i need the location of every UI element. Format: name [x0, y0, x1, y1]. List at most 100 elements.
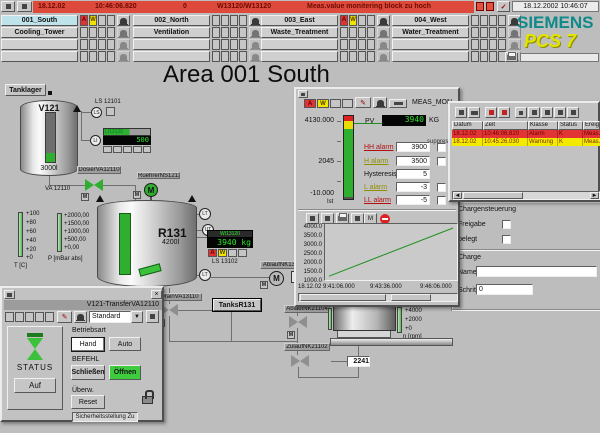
- freigabe-checkbox[interactable]: [502, 220, 511, 229]
- hand-button[interactable]: Hand: [71, 337, 105, 352]
- hh-suppress-checkbox[interactable]: [437, 143, 446, 152]
- oeffnen-button[interactable]: Öffnen: [109, 365, 141, 380]
- loop-icon-button[interactable]: [389, 99, 407, 108]
- acknowledge-button[interactable]: ✓: [497, 1, 510, 12]
- valve-mode-box[interactable]: M: [287, 331, 295, 339]
- loop-in-icon-button[interactable]: [146, 310, 159, 323]
- nav-plant-waste-treatment[interactable]: Waste_Treatment: [261, 27, 338, 38]
- print-button[interactable]: [505, 52, 518, 62]
- alarm-row[interactable]: 18.12.02 10:46:06.820 Alarm K Meas.value…: [452, 130, 600, 138]
- ll-suppress-checkbox[interactable]: [437, 196, 446, 205]
- col-header-datum[interactable]: Datum: [452, 121, 483, 130]
- nav-spare-button[interactable]: [392, 51, 469, 62]
- col-header-klasse[interactable]: Klasse: [528, 121, 558, 130]
- outlet-pump-motor[interactable]: M: [269, 271, 284, 286]
- nav-area-001-south[interactable]: 001_South: [1, 15, 78, 26]
- lock-page-icon-button[interactable]: [541, 107, 553, 118]
- spare-bell-button[interactable]: [117, 51, 130, 62]
- mode-dropdown[interactable]: Standard: [89, 311, 131, 323]
- alarm-list-icon-button[interactable]: [455, 107, 467, 118]
- reset-button[interactable]: Reset: [71, 395, 105, 409]
- nav-spare-button[interactable]: [392, 39, 469, 50]
- area-bell-button[interactable]: [377, 15, 390, 26]
- bell-icon-button[interactable]: [74, 311, 87, 323]
- ls-tag[interactable]: LS: [91, 107, 102, 118]
- area-alarm-indicator[interactable]: A: [340, 15, 348, 26]
- alarm-lines-icon-button[interactable]: [468, 107, 480, 118]
- scroll-thumb[interactable]: [463, 192, 523, 199]
- ack-flag-icon-button[interactable]: [498, 107, 510, 118]
- area-warning-indicator[interactable]: W: [349, 15, 357, 26]
- area-warning-indicator[interactable]: W: [89, 15, 97, 26]
- alarm-list-window[interactable]: Datum Zeit Klasse Status Ereignis 18.12.…: [448, 101, 600, 202]
- spare-bell-button[interactable]: [508, 39, 521, 50]
- nav-spare-button[interactable]: [261, 39, 338, 50]
- faceplate-alarm-box[interactable]: A: [304, 99, 316, 108]
- l-alarm-field[interactable]: -3: [396, 182, 430, 192]
- lt-tag[interactable]: LT: [199, 208, 211, 220]
- valve-nk21102[interactable]: [291, 355, 309, 367]
- pen-icon-button[interactable]: ✎: [57, 311, 72, 323]
- nav-spare-button[interactable]: [1, 51, 78, 62]
- h-suppress-checkbox[interactable]: [437, 157, 446, 166]
- filter-icon-button[interactable]: [528, 107, 540, 118]
- alarm-message-line[interactable]: 18.12.02 10:46:06.820 0 W13120/W13120 Me…: [33, 1, 474, 13]
- tanks-r131-button[interactable]: TanksR131: [213, 299, 261, 311]
- plant-bell-button[interactable]: [117, 27, 130, 38]
- weight-warn-box[interactable]: W: [218, 249, 227, 257]
- valve-va12110[interactable]: [85, 179, 103, 191]
- comment-icon-button[interactable]: [515, 107, 527, 118]
- hysteresis-field[interactable]: 5: [396, 169, 430, 179]
- scroll-right-button[interactable]: ►: [590, 192, 599, 199]
- schliessen-button[interactable]: Schließen: [71, 365, 105, 380]
- col-header-zeit[interactable]: Zeit: [483, 121, 528, 130]
- dropdown-arrow-button[interactable]: ▼: [131, 311, 143, 323]
- agitator-motor[interactable]: M: [144, 183, 158, 197]
- ack-flag-icon-button[interactable]: [485, 107, 497, 118]
- valve-nk21104[interactable]: [289, 316, 307, 328]
- trend-plot-area[interactable]: [324, 223, 458, 281]
- pen-icon-button[interactable]: ✎: [355, 97, 371, 108]
- area-alarm-indicator[interactable]: A: [80, 15, 88, 26]
- window-menu-icon-button[interactable]: [298, 90, 308, 98]
- spare-bell-button[interactable]: [377, 39, 390, 50]
- help-icon-button[interactable]: [306, 213, 319, 224]
- pages-icon-button[interactable]: [17, 1, 32, 12]
- plant-bell-button[interactable]: [377, 27, 390, 38]
- nav-plant-ventilation[interactable]: Ventilation: [133, 27, 210, 38]
- area-bell-button[interactable]: [117, 15, 130, 26]
- centrifuge-body[interactable]: [333, 305, 396, 331]
- nav-area-004-west[interactable]: 004_West: [392, 15, 469, 26]
- col-header-ereignis[interactable]: Ereignis: [583, 121, 600, 130]
- bell-icon-button[interactable]: [373, 97, 387, 108]
- lt-tag-bottom[interactable]: LT: [199, 269, 211, 281]
- nav-plant-water-treatment[interactable]: Water_Treatment: [392, 27, 469, 38]
- trend-scrollbar-segment[interactable]: [391, 294, 431, 301]
- nav-area-002-north[interactable]: 002_North: [133, 15, 210, 26]
- nav-spare-button[interactable]: [133, 39, 210, 50]
- l-suppress-checkbox[interactable]: [437, 183, 446, 192]
- meas-mon-faceplate-window[interactable]: A W ✎ MEAS_MON 4130.000 2045 -10.000 Ist…: [294, 87, 460, 307]
- close-button[interactable]: ×: [151, 290, 162, 299]
- nav-plant-cooling-tower[interactable]: Cooling_Tower: [1, 27, 78, 38]
- nav-spare-button[interactable]: [1, 39, 78, 50]
- ll-alarm-field[interactable]: -5: [396, 195, 430, 205]
- spare-bell-button[interactable]: [377, 51, 390, 62]
- auto-button[interactable]: Auto: [109, 337, 141, 351]
- auf-button[interactable]: Auf: [14, 378, 56, 393]
- scroll-left-button[interactable]: ◄: [453, 192, 462, 199]
- li-tag[interactable]: LI: [90, 135, 101, 146]
- window-menu-icon-button[interactable]: [4, 290, 15, 299]
- schritt-field[interactable]: 0: [476, 284, 533, 295]
- faceplate-warn-box[interactable]: W: [317, 99, 329, 108]
- spare-bell-button[interactable]: [117, 39, 130, 50]
- select-icon-button[interactable]: [554, 107, 566, 118]
- nav-area-003-east[interactable]: 003_East: [261, 15, 338, 26]
- pump-mode-box[interactable]: M: [260, 281, 268, 289]
- warning-row[interactable]: 18.12.02 10:45:26.030 Warnung K Meas.val…: [452, 138, 600, 146]
- config-icon-button[interactable]: [567, 107, 579, 118]
- window-icon-button[interactable]: [1, 1, 15, 12]
- trend-scrollbar[interactable]: [298, 293, 458, 302]
- hh-alarm-field[interactable]: 3900: [396, 142, 430, 152]
- h-alarm-field[interactable]: 3500: [396, 156, 430, 166]
